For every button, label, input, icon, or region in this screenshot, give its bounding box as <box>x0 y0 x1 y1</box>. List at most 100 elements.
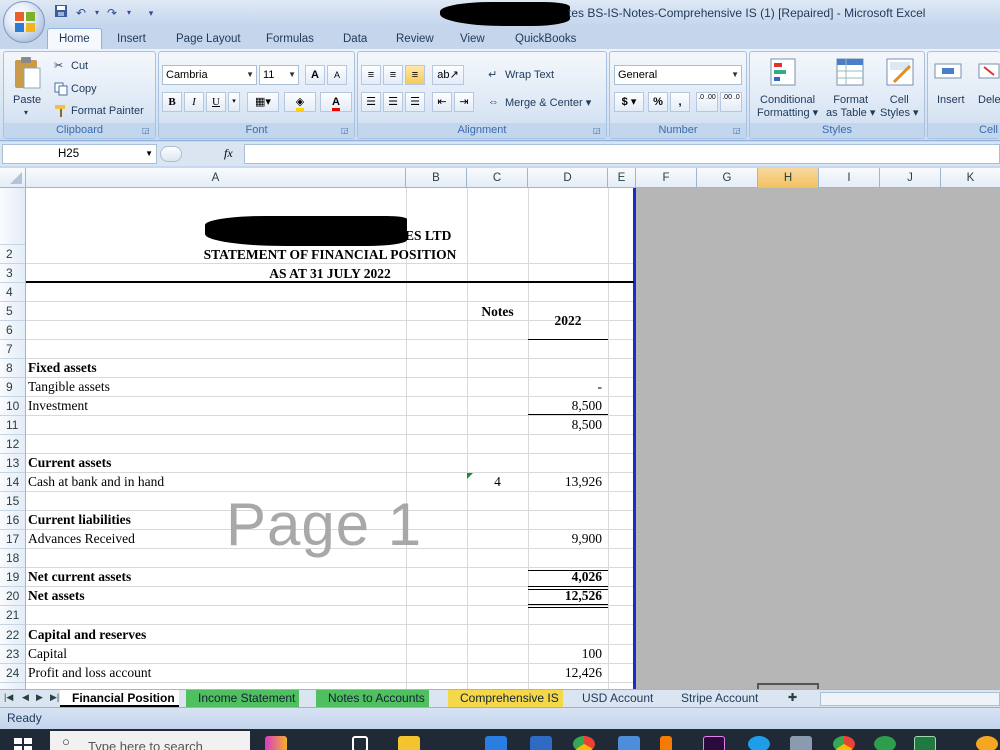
align-center-icon[interactable]: ☰ <box>383 92 403 112</box>
number-format-select[interactable]: General ▼ <box>614 65 742 85</box>
row-header-10[interactable]: 10 <box>0 397 25 416</box>
underline-dropdown-icon[interactable]: ▾ <box>228 92 240 112</box>
tab-data[interactable]: Data <box>343 30 367 49</box>
windows-start-icon[interactable] <box>14 738 32 750</box>
paste-dropdown-icon[interactable]: ▾ <box>24 108 28 117</box>
row-header-1[interactable] <box>0 188 25 245</box>
column-header-i[interactable]: I <box>819 168 880 188</box>
save-icon[interactable] <box>52 4 70 22</box>
skype-icon[interactable] <box>748 736 770 750</box>
sheet-tab-income-statement[interactable]: Income Statement <box>186 690 300 707</box>
row-header-5[interactable]: 5 <box>0 302 25 321</box>
insert-function-button[interactable]: fx <box>224 146 233 161</box>
formula-input[interactable] <box>244 144 1000 164</box>
calculator-app-icon[interactable] <box>618 736 640 750</box>
tab-formulas[interactable]: Formulas <box>266 30 314 49</box>
tab-insert[interactable]: Insert <box>117 30 146 49</box>
worksheet-grid[interactable]: 2 3 4 5 6 7 8 9 10 11 12 13 14 15 16 17 18 19 20 21 22 23 24 E… <box>0 188 1000 689</box>
tab-home[interactable]: Home <box>47 28 102 50</box>
underline-button[interactable]: U <box>206 92 226 112</box>
name-box[interactable]: H25 ▼ <box>2 144 157 164</box>
row-header-22[interactable]: 22 <box>0 626 25 645</box>
customize-toolbar-icon[interactable]: ▾ <box>142 4 160 22</box>
sheet-tab-financial-position[interactable]: Financial Position <box>60 690 179 707</box>
font-color-button[interactable]: A <box>320 92 352 112</box>
calculator-icon[interactable] <box>790 736 812 750</box>
column-header-d[interactable]: D <box>528 168 608 188</box>
row-header-7[interactable]: 7 <box>0 340 25 359</box>
task-view-icon[interactable] <box>352 736 368 750</box>
office-button[interactable] <box>3 1 45 43</box>
mail-icon[interactable] <box>485 736 507 750</box>
chrome-icon[interactable] <box>573 736 595 750</box>
redo-icon[interactable]: ↷ <box>103 4 121 22</box>
row-header-6[interactable]: 6 <box>0 321 25 340</box>
word-icon[interactable] <box>530 736 552 750</box>
row-header-15[interactable]: 15 <box>0 492 25 511</box>
horizontal-scrollbar[interactable] <box>820 692 1000 706</box>
decrease-decimal-button[interactable]: .00 .0 <box>720 92 742 112</box>
paste-icon[interactable] <box>12 56 42 93</box>
butterfly-app-icon[interactable] <box>265 736 287 750</box>
column-header-h[interactable]: H <box>758 168 819 188</box>
tab-review[interactable]: Review <box>396 30 434 49</box>
paste-button[interactable]: Paste <box>13 94 41 106</box>
row-header-23[interactable]: 23 <box>0 645 25 664</box>
borders-button[interactable]: ▦▾ <box>247 92 279 112</box>
select-all-corner[interactable] <box>0 168 26 188</box>
last-sheet-icon[interactable]: ▶| <box>50 692 59 703</box>
format-painter-button[interactable]: Format Painter <box>54 104 144 118</box>
prev-sheet-icon[interactable]: ◀ <box>22 692 29 703</box>
merge-center-button[interactable]: ⇔ Merge & Center ▾ <box>488 96 591 110</box>
align-right-icon[interactable]: ☰ <box>405 92 425 112</box>
insert-sheet-icon[interactable]: ✚ <box>788 691 797 704</box>
expand-icon[interactable] <box>160 146 182 162</box>
tab-quickbooks[interactable]: QuickBooks <box>515 30 576 49</box>
sheet-tab-comprehensive-is[interactable]: Comprehensive IS <box>448 690 563 707</box>
wrap-text-button[interactable]: ↵ Wrap Text <box>488 68 554 82</box>
bold-button[interactable]: B <box>162 92 182 112</box>
row-header-20[interactable]: 20 <box>0 587 25 606</box>
row-header-18[interactable]: 18 <box>0 549 25 568</box>
orientation-icon[interactable]: ab↗ <box>432 65 464 85</box>
shrink-font-button[interactable]: A <box>327 65 347 85</box>
alignment-launcher-icon[interactable]: ◲ <box>593 126 603 136</box>
italic-button[interactable]: I <box>184 92 204 112</box>
copy-button[interactable]: Copy <box>54 82 97 96</box>
clipboard-launcher-icon[interactable]: ◲ <box>142 126 152 136</box>
increase-decimal-button[interactable]: .0 .00 <box>696 92 718 112</box>
taskbar-search-box[interactable]: ○ Type here to search <box>50 731 250 750</box>
align-middle-icon[interactable]: ≡ <box>383 65 403 85</box>
next-sheet-icon[interactable]: ▶ <box>36 692 43 703</box>
premiere-icon[interactable] <box>703 736 725 750</box>
tab-page-layout[interactable]: Page Layout <box>176 30 241 49</box>
upwork-icon[interactable] <box>874 736 896 750</box>
excel-taskbar-icon[interactable] <box>914 736 936 750</box>
font-name-select[interactable]: Cambria ▼ <box>162 65 257 85</box>
number-launcher-icon[interactable]: ◲ <box>733 126 743 136</box>
delete-cells-button[interactable]: Dele <box>978 94 1000 106</box>
conditional-formatting-button[interactable]: Conditional Formatting ▾ <box>757 94 818 120</box>
row-header-9[interactable]: 9 <box>0 378 25 397</box>
row-header-11[interactable]: 11 <box>0 416 25 435</box>
format-as-table-button[interactable]: Format as Table ▾ <box>826 94 875 120</box>
cut-button[interactable]: ✂ Cut <box>54 59 88 73</box>
file-explorer-icon[interactable] <box>398 736 420 750</box>
column-header-b[interactable]: B <box>406 168 467 188</box>
percent-button[interactable]: % <box>648 92 668 112</box>
sheet-tab-notes-to-accounts[interactable]: Notes to Accounts <box>316 690 429 707</box>
align-left-icon[interactable]: ☰ <box>361 92 381 112</box>
row-header-19[interactable]: 19 <box>0 568 25 587</box>
decrease-indent-icon[interactable]: ⇤ <box>432 92 452 112</box>
row-header-12[interactable]: 12 <box>0 435 25 454</box>
currency-button[interactable]: $ ▾ <box>614 92 644 112</box>
row-header-21[interactable]: 21 <box>0 606 25 625</box>
app-icon[interactable] <box>976 736 998 750</box>
column-header-k[interactable]: K <box>941 168 1000 188</box>
row-header-16[interactable]: 16 <box>0 511 25 530</box>
fill-color-button[interactable]: ◈ <box>284 92 316 112</box>
redo-dropdown-icon[interactable]: ▾ <box>120 4 138 22</box>
sheet-tab-stripe-account[interactable]: Stripe Account <box>669 690 762 707</box>
font-launcher-icon[interactable]: ◲ <box>341 126 351 136</box>
row-header-13[interactable]: 13 <box>0 454 25 473</box>
